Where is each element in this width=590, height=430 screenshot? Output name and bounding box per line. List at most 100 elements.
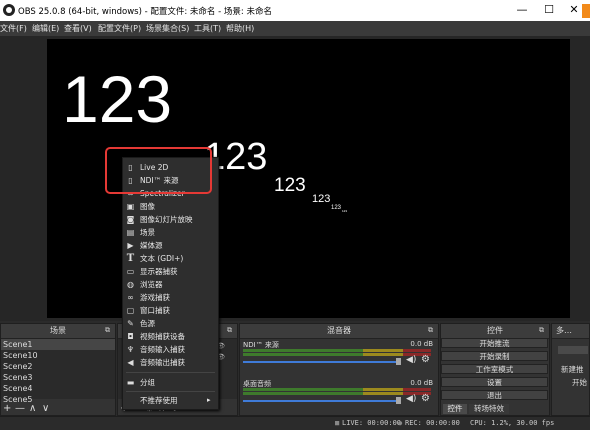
slideshow-icon: ◙ <box>126 215 135 224</box>
globe-icon: ◍ <box>127 280 134 289</box>
remove-scene-button[interactable]: — <box>15 403 25 415</box>
volume-slider-handle[interactable] <box>396 358 401 365</box>
tab-transitions[interactable]: 转场特效 <box>469 404 509 414</box>
channel-db: 0.0 dB <box>410 379 433 387</box>
rec-time: REC: 00:00:00 <box>405 419 460 427</box>
menu-item-video-capture[interactable]: ◘ 视频捕获设备 <box>123 330 218 343</box>
menu-item-game-capture[interactable]: ∞ 游戏捕获 <box>123 291 218 304</box>
window-icon: ▢ <box>126 306 135 315</box>
scene-item[interactable]: Scene1 <box>1 339 115 350</box>
title-bar: OBS 25.0.8 (64-bit, windows) - 配置文件: 未命名… <box>0 0 590 21</box>
image-icon: ▣ <box>126 202 135 211</box>
menu-separator <box>126 391 215 392</box>
menu-item-browser[interactable]: ◍ 浏览器 <box>123 278 218 291</box>
multi-dock-title: 多… <box>556 326 572 335</box>
menu-edit[interactable]: 编辑(E) <box>32 23 59 34</box>
menu-item-display-capture[interactable]: ▭ 显示器捕获 <box>123 265 218 278</box>
add-source-context-menu: ▯ Live 2D ▯ NDI™ 来源 ∞ Spectralizer ▣ 图像 ◙ 图像幻… <box>122 157 219 410</box>
orange-side-tab <box>582 4 590 18</box>
menu-item-group[interactable]: ▬ 分组 <box>123 376 218 389</box>
volume-slider[interactable] <box>243 361 401 363</box>
menu-scene-collection[interactable]: 场景集合(S) <box>146 23 189 34</box>
start-stream-label[interactable]: 开始 <box>572 377 587 388</box>
monitor-icon: ▭ <box>126 267 135 276</box>
live-time: LIVE: 00:00:00 <box>342 419 402 427</box>
minimize-button[interactable]: — <box>511 2 533 18</box>
controls-dock-header: 控件 ⧉ <box>441 324 549 339</box>
scenes-dock-header: 场景 ⧉ <box>1 324 115 339</box>
start-streaming-button[interactable]: 开始推流 <box>441 338 548 348</box>
gamepad-icon: ∞ <box>127 293 134 302</box>
submenu-arrow-icon: ▸ <box>207 396 211 404</box>
menu-item-color-source[interactable]: ✎ 色源 <box>123 317 218 330</box>
gear-icon[interactable]: ⚙ <box>421 393 430 404</box>
tab-controls[interactable]: 控件 <box>443 404 467 414</box>
menu-item-text[interactable]: T 文本 (GDI+) <box>123 252 218 265</box>
speaker-icon[interactable]: ◀) <box>406 355 416 365</box>
multi-dock: 多… 新建推 开始 <box>551 323 590 416</box>
menu-view[interactable]: 查看(V) <box>64 23 92 34</box>
mixer-dock: 混音器 ⧉ NDI™ 来源 0.0 dB ◀) ⚙ 桌面音频 0.0 dB ◀)… <box>239 323 439 416</box>
menu-tools[interactable]: 工具(T) <box>194 23 221 34</box>
gear-icon[interactable]: ⚙ <box>421 354 430 365</box>
brush-icon: ✎ <box>127 319 134 328</box>
mixer-dock-title: 混音器 <box>327 326 351 335</box>
float-dock-icon[interactable]: ⧉ <box>537 326 546 335</box>
channel-db: 0.0 dB <box>410 340 433 348</box>
new-stream-label[interactable]: 新建推 <box>561 364 584 375</box>
maximize-button[interactable]: ☐ <box>538 2 560 18</box>
menu-profile[interactable]: 配置文件(P) <box>98 23 141 34</box>
menu-file[interactable]: 文件(F) <box>0 23 27 34</box>
speaker-icon[interactable]: ◀) <box>406 394 416 404</box>
preview-text-1: 123 <box>62 62 173 136</box>
menu-help[interactable]: 帮助(H) <box>226 23 254 34</box>
mixer-channels: NDI™ 来源 0.0 dB ◀) ⚙ 桌面音频 0.0 dB ◀) ⚙ <box>243 339 433 415</box>
scene-icon: ▤ <box>126 228 135 237</box>
float-dock-icon[interactable]: ⧉ <box>225 326 234 335</box>
float-dock-icon[interactable]: ⧉ <box>103 326 112 335</box>
menu-item-audio-output[interactable]: ◀ 音频输出捕获 <box>123 356 218 369</box>
scenes-dock: 场景 ⧉ Scene1 Scene10 Scene2 Scene3 Scene4… <box>0 323 116 416</box>
studio-mode-button[interactable]: 工作室模式 <box>441 364 548 374</box>
scene-item[interactable]: Scene2 <box>1 361 115 372</box>
window-title: OBS 25.0.8 (64-bit, windows) - 配置文件: 未命名… <box>18 7 272 17</box>
volume-slider-handle[interactable] <box>396 397 401 404</box>
menu-item-window-capture[interactable]: ▢ 窗口捕获 <box>123 304 218 317</box>
multi-dock-field[interactable] <box>558 346 588 354</box>
folder-icon: ▬ <box>126 378 135 387</box>
volume-meter <box>243 353 431 356</box>
speaker-icon: ◀ <box>127 358 134 367</box>
menu-item-audio-input[interactable]: ♆ 音频输入捕获 <box>123 343 218 356</box>
scene-item[interactable]: Scene3 <box>1 372 115 383</box>
camera-icon: ◘ <box>127 332 134 341</box>
highlight-annotation <box>105 147 212 194</box>
scene-item[interactable]: Scene10 <box>1 350 115 361</box>
dock-area: 场景 ⧉ Scene1 Scene10 Scene2 Scene3 Scene4… <box>0 323 590 416</box>
text-icon: T <box>126 253 135 264</box>
menu-separator <box>126 372 215 373</box>
scene-up-button[interactable]: ∧ <box>29 403 36 415</box>
scene-down-button[interactable]: ∨ <box>42 403 49 415</box>
status-bar: ■ LIVE: 00:00:00 ● REC: 00:00:00 CPU: 1.… <box>0 416 590 430</box>
exit-button[interactable]: 退出 <box>441 390 548 400</box>
menu-bar: 文件(F) 编辑(E) 查看(V) 配置文件(P) 场景集合(S) 工具(T) … <box>0 21 590 37</box>
menu-item-media-source[interactable]: ▶ 媒体源 <box>123 239 218 252</box>
menu-item-scene[interactable]: ▤ 场景 <box>123 226 218 239</box>
menu-item-deprecated[interactable]: 不推荐使用 ▸ <box>123 394 218 407</box>
cpu-fps: CPU: 1.2%, 30.00 fps <box>470 419 555 427</box>
menu-item-image[interactable]: ▣ 图像 <box>123 200 218 213</box>
obs-logo-icon <box>3 4 15 16</box>
multi-dock-header: 多… <box>552 324 589 339</box>
mic-icon: ♆ <box>126 345 135 354</box>
scene-item[interactable]: Scene4 <box>1 383 115 394</box>
rec-dot-icon: ● <box>398 419 403 427</box>
settings-button[interactable]: 设置 <box>441 377 548 387</box>
add-scene-button[interactable]: + <box>3 403 11 415</box>
preview-text-4: 123 <box>312 193 331 205</box>
menu-item-slideshow[interactable]: ◙ 图像幻灯片放映 <box>123 213 218 226</box>
volume-slider[interactable] <box>243 400 401 402</box>
start-recording-button[interactable]: 开始录制 <box>441 351 548 361</box>
float-dock-icon[interactable]: ⧉ <box>426 326 435 335</box>
scenes-dock-footer: + — ∧ ∨ <box>1 403 115 415</box>
controls-dock-title: 控件 <box>487 326 503 335</box>
